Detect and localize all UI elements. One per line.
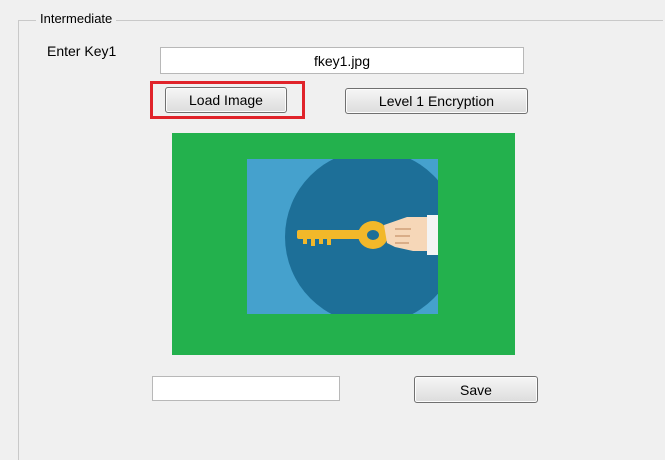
output-field[interactable] <box>152 376 340 401</box>
key-file-field[interactable]: fkey1.jpg <box>160 47 524 74</box>
level1-encryption-button[interactable]: Level 1 Encryption <box>345 88 528 114</box>
group-title: Intermediate <box>36 11 117 26</box>
highlight-box <box>150 81 305 119</box>
key-image <box>247 159 438 314</box>
key-in-hand-icon <box>247 159 438 314</box>
save-button[interactable]: Save <box>414 376 538 403</box>
enter-key-label: Enter Key1 <box>47 43 117 59</box>
